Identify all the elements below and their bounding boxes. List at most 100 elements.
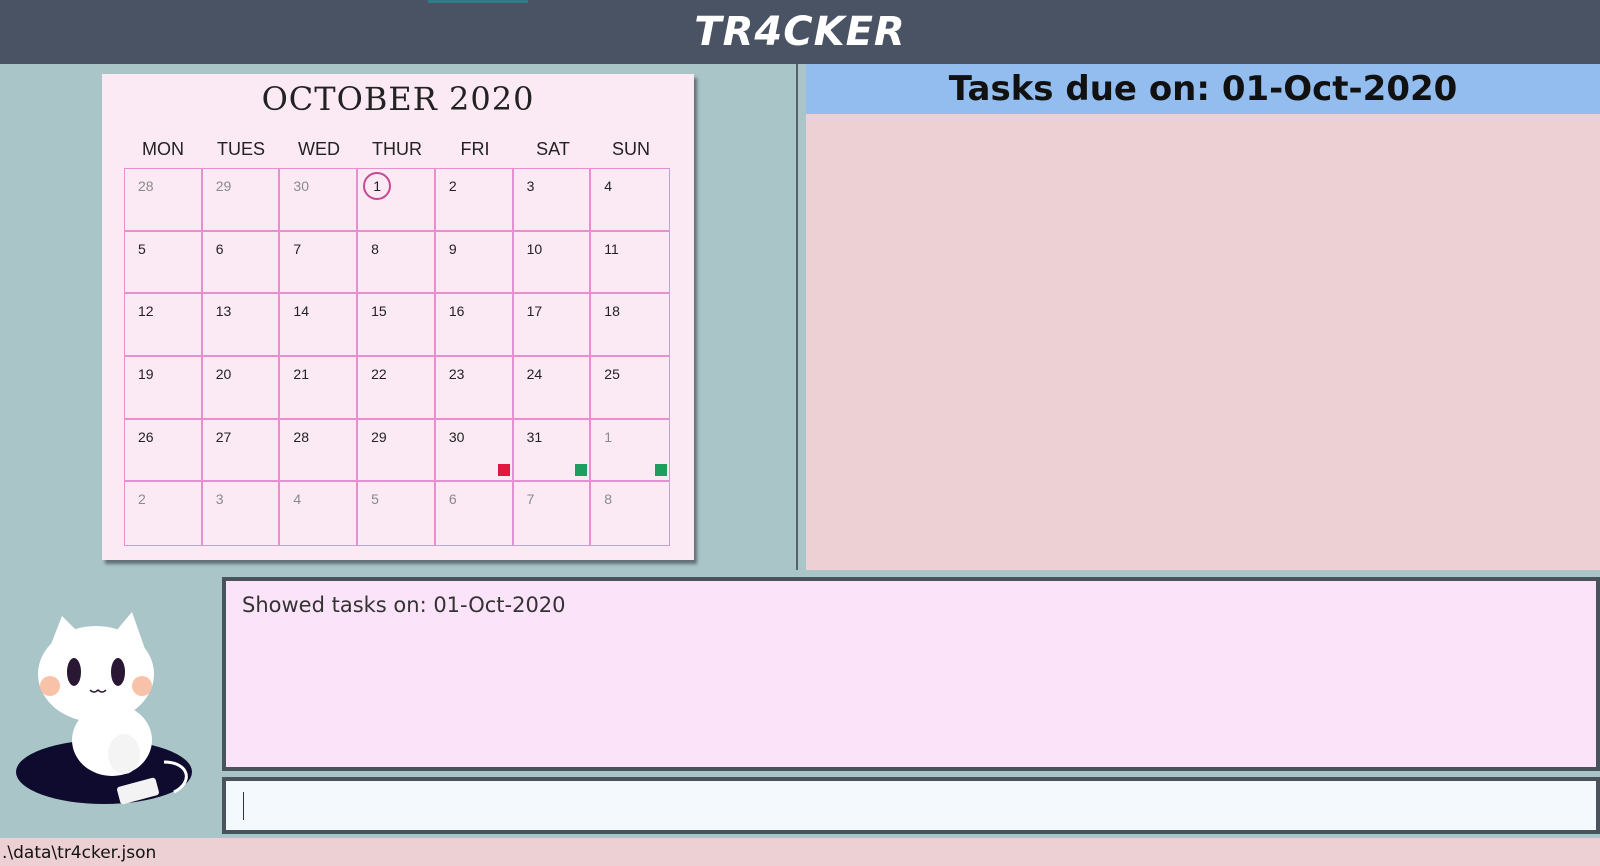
calendar-day[interactable]: 19: [125, 357, 203, 420]
calendar-day[interactable]: 3: [202, 482, 281, 545]
day-number: 1: [604, 428, 613, 445]
calendar-day[interactable]: 4: [280, 482, 359, 545]
weekday-header-row: MON TUES WED THUR FRI SAT SUN: [124, 134, 670, 164]
day-number: 28: [138, 178, 154, 194]
weekday-label: FRI: [460, 139, 490, 159]
calendar-day[interactable]: 28: [125, 169, 203, 232]
command-input[interactable]: [226, 781, 1596, 830]
day-number: 19: [138, 366, 154, 382]
calendar-panel: OCTOBER 2020 MON TUES WED THUR FRI SAT SUN 28 2…: [102, 74, 694, 560]
weekday-label: THUR: [372, 139, 422, 159]
weekday-label: SUN: [611, 139, 650, 159]
calendar-day[interactable]: 8: [358, 231, 436, 295]
calendar-day[interactable]: 24: [513, 357, 592, 420]
month-title: OCTOBER 2020: [261, 80, 535, 118]
day-number: 21: [293, 366, 309, 382]
day-number: 2: [138, 491, 146, 508]
day-number: 3: [215, 491, 224, 508]
calendar-day[interactable]: 1: [591, 419, 669, 483]
calendar-day[interactable]: 9: [435, 231, 514, 295]
tasks-header: Tasks due on: 01-Oct-2020: [806, 64, 1600, 114]
top-bar: TR4CKER: [0, 0, 1600, 64]
calendar-day[interactable]: 29: [358, 419, 436, 483]
day-number: 25: [604, 366, 620, 382]
day-number: 30: [448, 428, 465, 445]
weekday-label: TUES: [216, 139, 265, 159]
day-number: 10: [526, 240, 543, 257]
day-number: 3: [526, 178, 535, 194]
calendar-grid: 28 29 30 1 2 3 4 5 6 7 8 9 10 11 12 13 14 15 16 17 18 19 20 21 2…: [124, 168, 670, 546]
deadline-marker-icon: [575, 464, 588, 477]
calendar-day[interactable]: 31: [513, 419, 592, 483]
calendar-day[interactable]: 5: [125, 231, 203, 295]
day-number: 8: [371, 240, 379, 257]
calendar-day[interactable]: 17: [513, 294, 592, 357]
calendar-day[interactable]: 8: [591, 482, 669, 545]
calendar-day[interactable]: 4: [591, 169, 669, 232]
weekday-label: SAT: [536, 139, 570, 159]
day-number: 5: [138, 240, 146, 257]
calendar-day[interactable]: 13: [202, 294, 281, 357]
day-number: 26: [138, 428, 154, 445]
day-number: 30: [293, 178, 309, 194]
calendar-day[interactable]: 16: [435, 294, 514, 357]
status-bar: .\data\tr4cker.json: [0, 838, 1600, 866]
day-number: 11: [604, 240, 619, 257]
calendar-day[interactable]: 5: [358, 482, 436, 545]
calendar-day[interactable]: 27: [202, 419, 281, 483]
day-number: 20: [215, 366, 232, 382]
day-number: 29: [215, 178, 232, 194]
day-number: 31: [526, 428, 543, 445]
day-number: 23: [448, 366, 465, 382]
calendar-day[interactable]: 21: [280, 357, 359, 420]
day-number: 7: [526, 491, 535, 508]
panel-divider: [796, 64, 798, 570]
day-number: 2: [448, 178, 457, 194]
day-number: 12: [138, 303, 154, 320]
calendar-day[interactable]: 3: [513, 169, 592, 232]
calendar-day[interactable]: 30: [280, 169, 359, 232]
day-number: 13: [215, 303, 232, 320]
command-box[interactable]: [222, 777, 1600, 834]
day-number: 7: [293, 240, 302, 257]
calendar-day[interactable]: 10: [513, 231, 592, 295]
calendar-day[interactable]: 22: [358, 357, 436, 420]
calendar-day[interactable]: 6: [435, 482, 514, 545]
calendar-day[interactable]: 7: [280, 231, 359, 295]
day-number: 22: [371, 366, 387, 382]
day-number: 9: [448, 240, 457, 257]
calendar-day[interactable]: 30: [435, 419, 514, 483]
day-number: 8: [604, 491, 613, 508]
calendar-day[interactable]: 15: [358, 294, 436, 357]
day-number: 28: [293, 428, 309, 445]
calendar-day[interactable]: 7: [513, 482, 592, 545]
weekday-label: MON: [142, 139, 184, 159]
top-bar-accent: [428, 0, 528, 3]
day-number: 6: [448, 491, 457, 508]
calendar-day[interactable]: 23: [435, 357, 514, 420]
calendar-day[interactable]: 29: [202, 169, 281, 232]
calendar-day[interactable]: 20: [202, 357, 281, 420]
calendar-day[interactable]: 18: [591, 294, 669, 357]
calendar-day[interactable]: 2: [435, 169, 514, 232]
calendar-day[interactable]: 25: [591, 357, 669, 420]
day-number: 14: [293, 303, 309, 320]
day-number: 29: [371, 428, 387, 445]
day-number: 17: [526, 303, 543, 320]
calendar-day[interactable]: 2: [125, 482, 203, 545]
text-caret: [243, 792, 244, 820]
app-title: TR4CKER: [694, 9, 906, 55]
day-number: 1: [363, 172, 392, 200]
calendar-day[interactable]: 11: [591, 231, 669, 295]
calendar-day[interactable]: 14: [280, 294, 359, 357]
tasks-panel: Tasks due on: 01-Oct-2020: [806, 64, 1600, 570]
deadline-marker-icon: [497, 464, 510, 477]
day-number: 15: [371, 303, 387, 320]
weekday-label: WED: [298, 139, 340, 159]
calendar-day[interactable]: 26: [125, 419, 203, 483]
day-number: 18: [604, 303, 620, 320]
calendar-day[interactable]: 12: [125, 294, 203, 357]
calendar-day[interactable]: 28: [280, 419, 359, 483]
calendar-day[interactable]: 6: [202, 231, 281, 295]
calendar-day-today[interactable]: 1: [358, 169, 436, 232]
